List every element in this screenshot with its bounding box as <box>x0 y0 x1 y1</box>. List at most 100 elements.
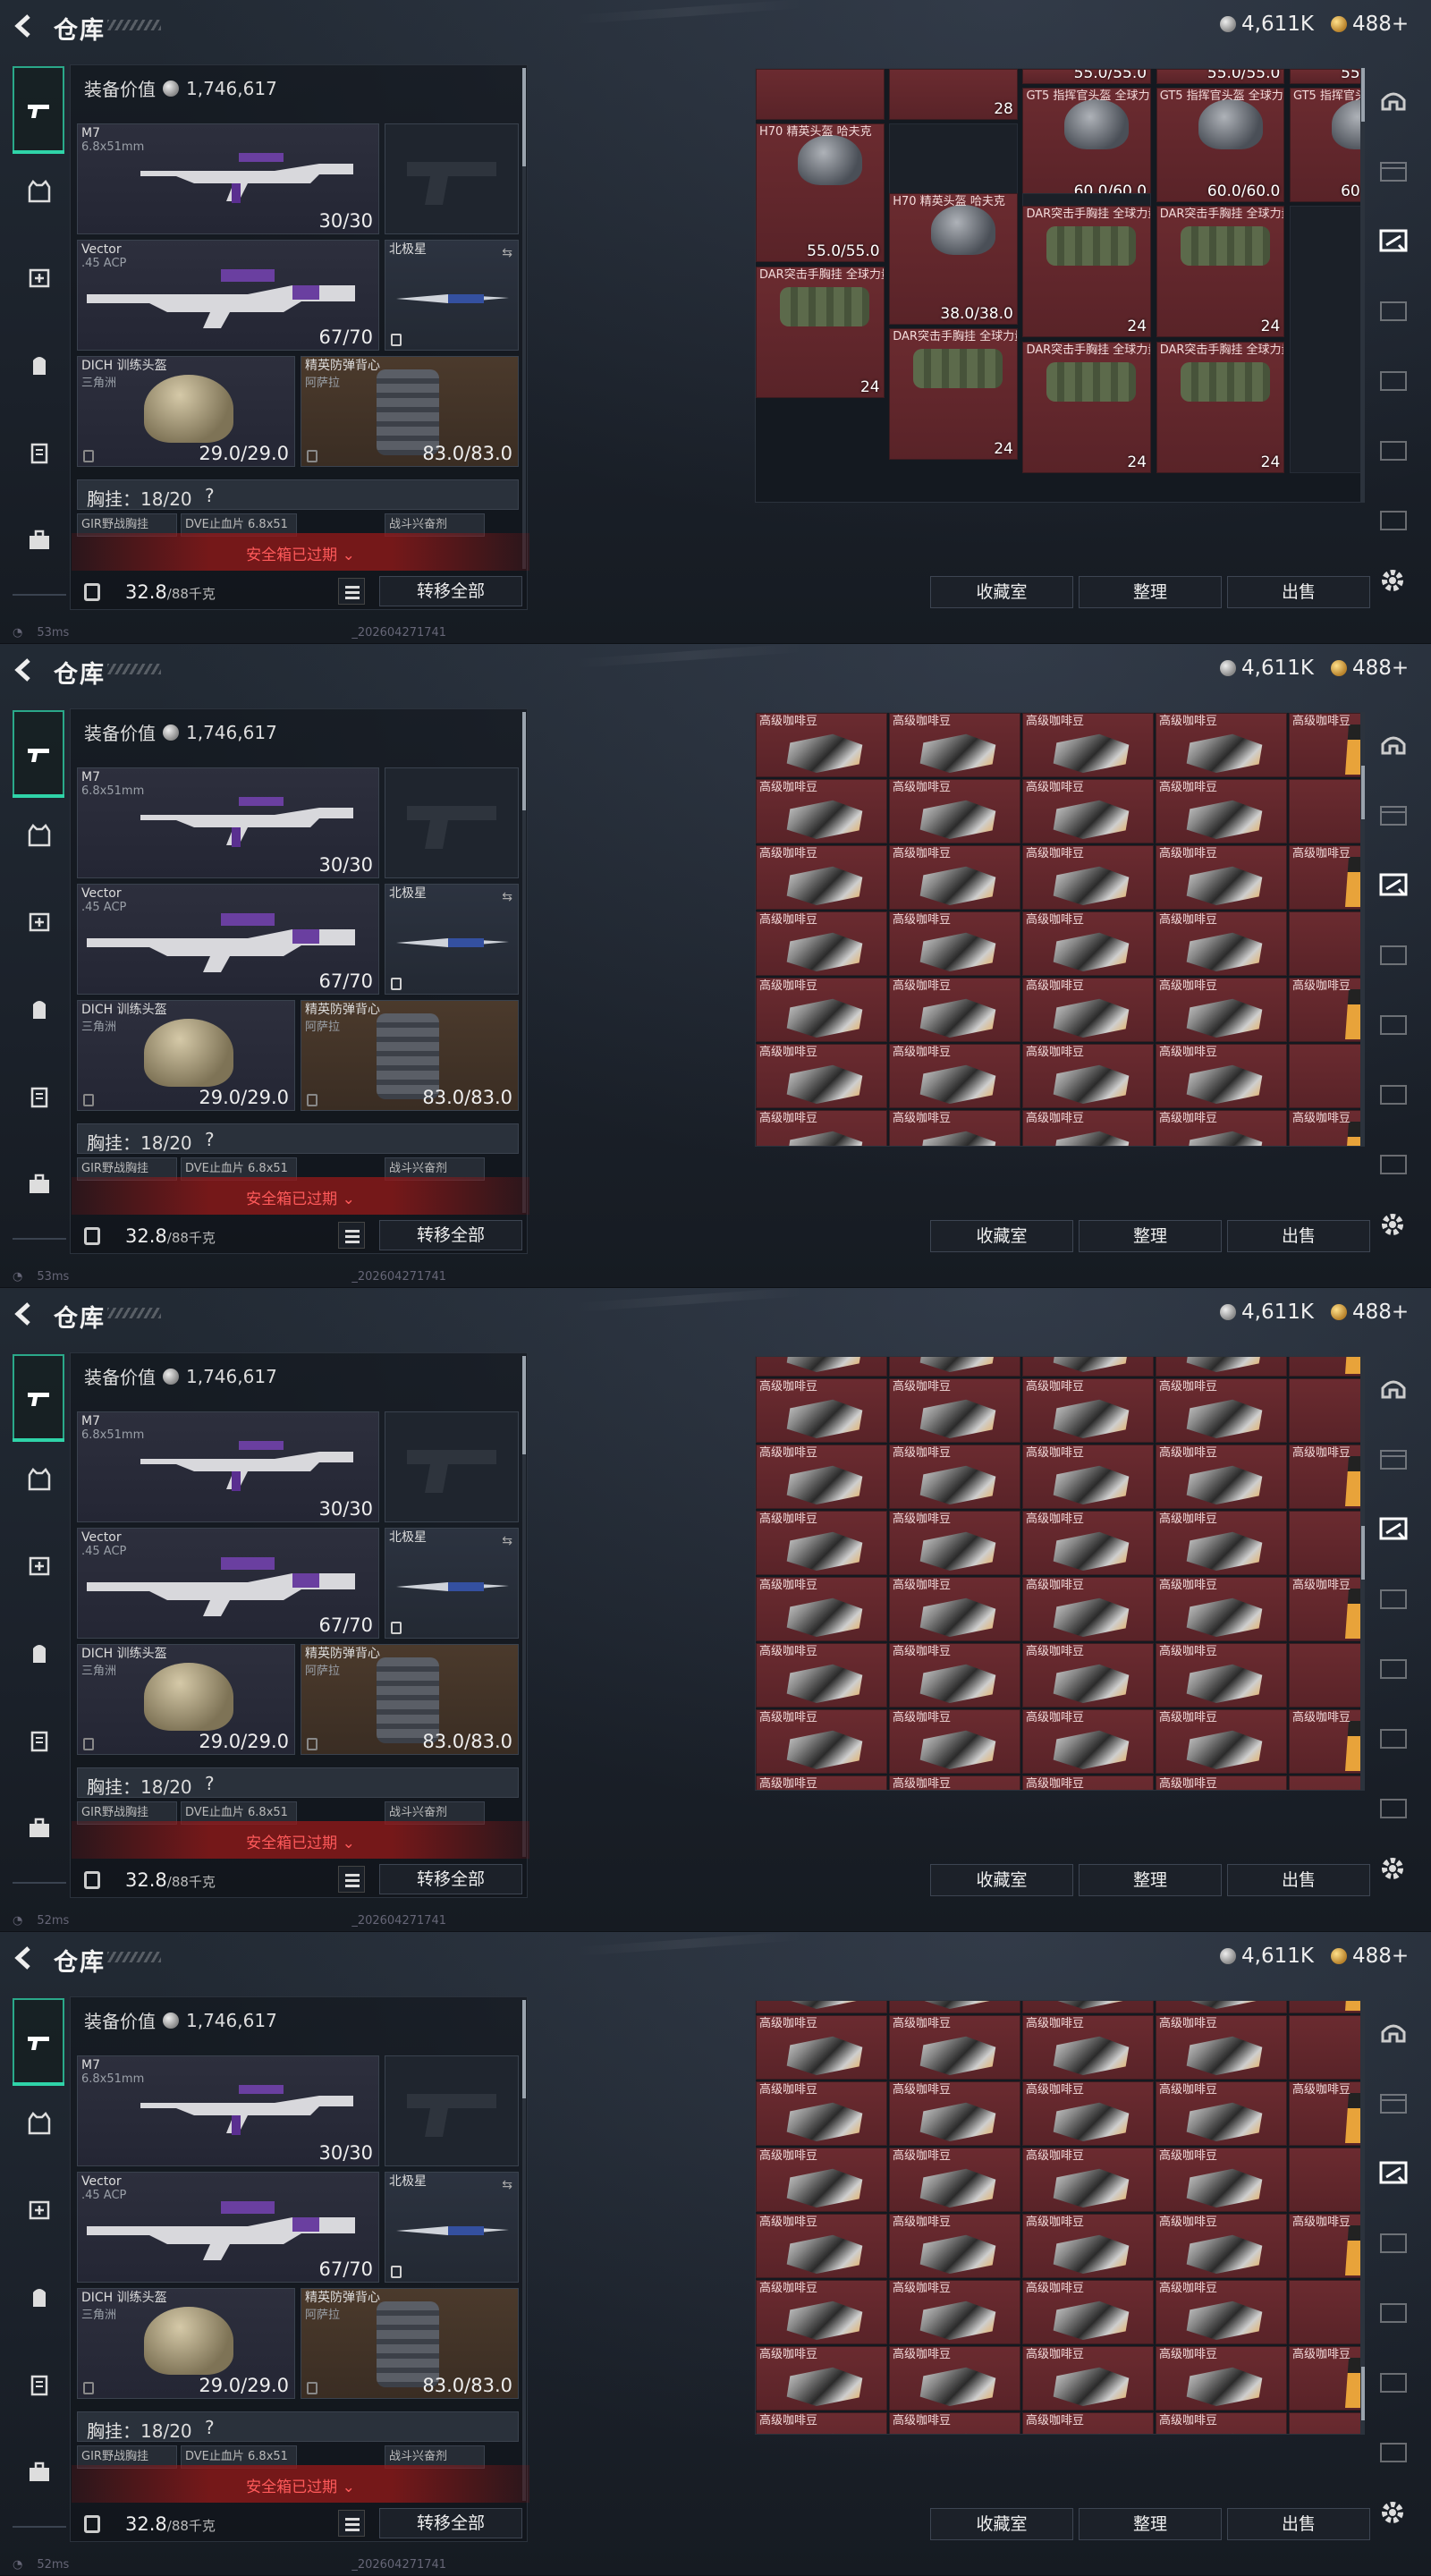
melee-slot[interactable]: 北极星 ⇆ <box>385 240 519 351</box>
settings-gear-icon[interactable] <box>1377 1209 1408 1240</box>
coffee-bean-cell[interactable]: 高级咖啡豆 <box>1022 1577 1154 1641</box>
storage-item-cell[interactable]: 55.0/55.0 <box>1156 69 1285 84</box>
coffee-bean-cell[interactable]: 高级咖啡豆 <box>1156 779 1287 843</box>
coffee-bean-cell[interactable]: 高级咖啡豆 <box>889 1378 1020 1443</box>
coffee-bean-cell[interactable] <box>1289 2280 1360 2344</box>
nav-consumables[interactable] <box>18 431 61 474</box>
coffee-bean-cell[interactable]: 高级咖啡豆 <box>756 1044 887 1108</box>
coffee-bean-cell[interactable]: 高级咖啡豆 <box>756 1110 887 1146</box>
coffee-bean-cell[interactable]: 高级咖啡豆 <box>889 1643 1020 1707</box>
helmet-slot[interactable]: DICH 训练头盔 三角洲 29.0/29.0 <box>77 356 295 467</box>
silver-currency[interactable]: 4,611K <box>1220 657 1314 680</box>
settings-gear-icon[interactable] <box>1377 1853 1408 1884</box>
nav-weapons[interactable] <box>13 1354 64 1442</box>
coffee-bean-cell[interactable]: 高级咖啡豆 <box>756 2412 887 2434</box>
secondary-weapon-slot[interactable]: Vector .45 ACP 67/70 <box>77 240 379 351</box>
coffee-bean-cell[interactable]: 高级咖啡豆 <box>1156 1643 1287 1707</box>
coffee-bean-cell[interactable]: 高级咖啡豆 <box>756 2015 887 2080</box>
storage-scrollbar[interactable] <box>1361 2000 1365 2435</box>
chest-rig-bar[interactable]: 胸挂：18/20 ? <box>77 479 519 510</box>
coffee-bean-cell[interactable]: 高级咖啡豆 <box>1022 2412 1154 2434</box>
storage-item-cell[interactable]: DAR突击手胸挂 全球力量 24 <box>1156 341 1285 473</box>
coffee-bean-cell[interactable]: 高级咖啡豆 <box>1022 713 1154 777</box>
safe-box-expired-banner[interactable]: 安全箱已过期 ⌄ <box>72 1177 529 1215</box>
helmet-slot[interactable]: DICH 训练头盔 三角洲 29.0/29.0 <box>77 1644 295 1755</box>
storage-tab[interactable] <box>1374 1075 1413 1114</box>
coffee-bean-cell[interactable]: 高级咖啡豆 <box>1022 2346 1154 2411</box>
storage-tab[interactable] <box>1374 2084 1413 2123</box>
storage-tab[interactable] <box>1374 1649 1413 1689</box>
coffee-bean-cell[interactable]: 高级咖啡豆 <box>756 1357 887 1377</box>
coffee-bean-cell[interactable]: 高级咖啡豆 <box>1022 2214 1154 2278</box>
storage-item-cell[interactable]: H70 精英头盔 哈夫克 38.0/38.0 <box>889 192 1018 325</box>
swap-icon[interactable]: ⇆ <box>502 2178 512 2192</box>
nav-weapons[interactable] <box>13 66 64 154</box>
helmet-slot[interactable]: DICH 训练头盔 三角洲 29.0/29.0 <box>77 2288 295 2399</box>
nav-weapons[interactable] <box>13 1998 64 2086</box>
melee-slot[interactable]: 北极星 ⇆ <box>385 884 519 995</box>
nav-consumables[interactable] <box>18 2363 61 2406</box>
storage-tab[interactable] <box>1374 726 1413 766</box>
coffee-bean-cell[interactable]: 高级咖啡豆 <box>1022 911 1154 976</box>
coffee-bean-cell[interactable]: 高级咖啡豆 <box>756 2214 887 2278</box>
coffee-bean-cell[interactable]: 高级咖啡豆 <box>1022 978 1154 1042</box>
nav-consumables[interactable] <box>18 1719 61 1762</box>
storage-tab[interactable] <box>1374 2224 1413 2263</box>
coffee-bean-cell[interactable]: 高级咖啡豆 <box>1022 1357 1154 1377</box>
nav-backpack[interactable] <box>18 2275 61 2318</box>
coffee-bean-cell[interactable]: 高级咖啡豆 <box>1289 1709 1360 1774</box>
coffee-bean-cell[interactable]: 高级咖啡豆 <box>1289 1577 1360 1641</box>
nav-backpack[interactable] <box>18 343 61 386</box>
coffee-bean-cell[interactable]: 高级咖啡豆 <box>756 978 887 1042</box>
primary-weapon-slot[interactable]: M7 6.8x51mm 30/30 <box>77 1411 379 1522</box>
coffee-bean-cell[interactable]: 高级咖啡豆 <box>1156 1357 1287 1377</box>
transfer-all-button[interactable]: 转移全部 <box>379 576 522 606</box>
coffee-bean-cell[interactable]: 高级咖啡豆 <box>1289 2214 1360 2278</box>
coffee-bean-cell[interactable] <box>1289 2015 1360 2080</box>
helmet-slot[interactable]: DICH 训练头盔 三角洲 29.0/29.0 <box>77 1000 295 1111</box>
loadout-scrollbar[interactable] <box>522 68 526 569</box>
nav-weapons[interactable] <box>13 710 64 798</box>
coffee-bean-cell[interactable]: 高级咖啡豆 <box>1156 978 1287 1042</box>
storage-tab[interactable] <box>1374 1145 1413 1184</box>
storage-tab[interactable] <box>1374 796 1413 835</box>
storage-item-cell[interactable]: GT5 指挥官头盔 全球力量 60.0/60.0 <box>1156 88 1285 203</box>
safe-box-expired-banner[interactable]: 安全箱已过期 ⌄ <box>72 2465 529 2503</box>
gold-currency[interactable]: 488+ <box>1331 13 1409 36</box>
storage-tab[interactable] <box>1374 1789 1413 1828</box>
coffee-bean-cell[interactable]: 高级咖啡豆 <box>1156 1577 1287 1641</box>
coffee-bean-cell[interactable]: 高级咖啡豆 <box>1156 1378 1287 1443</box>
coffee-bean-cell[interactable]: 高级咖啡豆 <box>1156 1445 1287 1509</box>
storage-item-cell[interactable]: 55.0/55.0 <box>1022 69 1152 84</box>
gold-currency[interactable]: 488+ <box>1331 657 1409 680</box>
coffee-bean-cell[interactable]: 高级咖啡豆 <box>1022 2081 1154 2146</box>
coffee-bean-cell[interactable]: 高级咖啡豆 <box>1022 2015 1154 2080</box>
coffee-bean-cell[interactable]: 高级咖啡豆 <box>1289 978 1360 1042</box>
coffee-bean-cell[interactable]: 高级咖啡豆 <box>756 1775 887 1790</box>
coffee-bean-cell[interactable]: 高级咖啡豆 <box>889 1357 1020 1377</box>
coffee-bean-cell[interactable]: 高级咖啡豆 <box>1156 2280 1287 2344</box>
coffee-bean-cell[interactable]: 高级咖啡豆 <box>889 845 1020 910</box>
loadout-scrollbar[interactable] <box>522 1356 526 1857</box>
storage-item-cell[interactable]: H70 精英头盔 哈夫克 55.0/55.0 <box>756 123 885 263</box>
nav-medical[interactable] <box>18 900 61 943</box>
coffee-bean-cell[interactable]: 高级咖啡豆 <box>756 2280 887 2344</box>
silver-currency[interactable]: 4,611K <box>1220 13 1314 36</box>
coffee-bean-cell[interactable] <box>1289 2412 1360 2434</box>
storage-item-cell[interactable]: DAR突击手胸挂 全球力量 24 <box>889 327 1018 460</box>
settings-gear-icon[interactable] <box>1377 565 1408 596</box>
coffee-bean-cell[interactable]: 高级咖啡豆 <box>1022 2280 1154 2344</box>
coffee-bean-cell[interactable]: 高级咖啡豆 <box>1289 1445 1360 1509</box>
storage-tab-active[interactable] <box>1374 866 1413 905</box>
sell-button[interactable]: 出售 <box>1227 1220 1370 1252</box>
coffee-bean-cell[interactable]: 高级咖啡豆 <box>1022 779 1154 843</box>
storage-item-cell[interactable]: 55.0/55.0 <box>1289 69 1360 84</box>
coffee-bean-cell[interactable]: 高级咖啡豆 <box>756 911 887 976</box>
storage-scrollbar[interactable] <box>1361 68 1365 503</box>
organize-button[interactable]: 整理 <box>1079 1220 1222 1252</box>
coffee-bean-cell[interactable]: 高级咖啡豆 <box>1022 1445 1154 1509</box>
storage-item-cell[interactable] <box>756 69 885 120</box>
organize-button[interactable]: 整理 <box>1079 2508 1222 2540</box>
coffee-bean-cell[interactable]: 高级咖啡豆 <box>889 2015 1020 2080</box>
storage-item-cell[interactable]: DAR突击手胸挂 全球力量 24 <box>1022 206 1152 338</box>
